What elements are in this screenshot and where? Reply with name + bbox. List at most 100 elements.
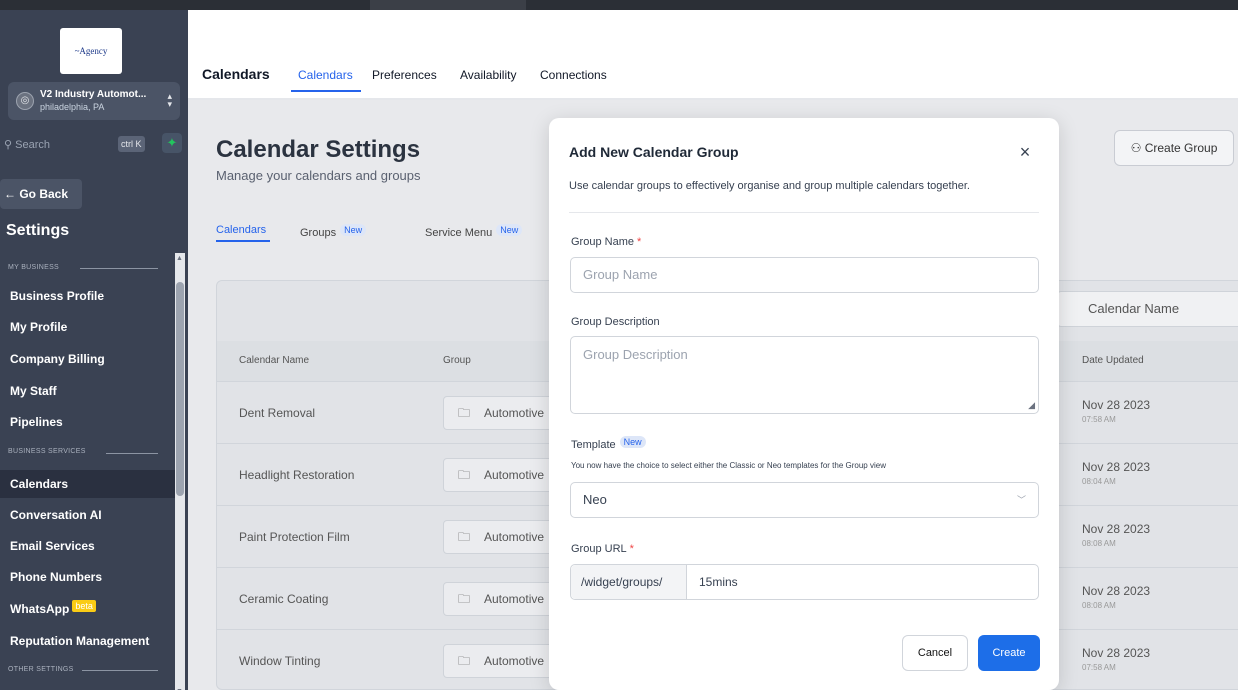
tab-service-menu[interactable]: Service Menu New: [425, 224, 523, 239]
section-my-business: MY BUSINESS: [8, 264, 60, 271]
create-group-button[interactable]: ⚇ Create Group: [1114, 130, 1234, 166]
resize-handle-icon[interactable]: ◢: [1028, 400, 1035, 411]
column-header-calendar-name[interactable]: Calendar Name: [239, 355, 309, 366]
group-url-input[interactable]: 15mins: [699, 565, 738, 599]
template-select[interactable]: Neo ﹀: [570, 482, 1039, 518]
top-nav-title: Calendars: [202, 66, 270, 82]
sidebar-item-my-staff[interactable]: My Staff: [0, 377, 178, 405]
group-name-input[interactable]: Group Name: [570, 257, 1039, 293]
account-location: philadelphia, PA: [40, 102, 105, 112]
group-url-label: Group URL *: [571, 543, 634, 555]
calendar-name[interactable]: Headlight Restoration: [239, 468, 354, 482]
column-header-group[interactable]: Group: [443, 355, 471, 366]
required-marker: *: [629, 543, 634, 555]
date-updated: Nov 28 2023: [1082, 584, 1151, 598]
group-name-label: Group Name *: [571, 236, 642, 248]
close-icon[interactable]: ×: [1015, 142, 1035, 162]
time-updated: 08:08 AM: [1082, 601, 1116, 610]
cancel-button[interactable]: Cancel: [902, 635, 968, 671]
url-prefix: /widget/groups/: [571, 565, 687, 599]
tab-calendars-list[interactable]: Calendars: [216, 224, 266, 236]
sidebar-item-calendars[interactable]: Calendars: [0, 470, 178, 498]
sidebar-item-my-profile[interactable]: My Profile: [0, 313, 178, 341]
settings-heading: Settings: [6, 222, 70, 239]
folder-icon: 🗀: [458, 530, 471, 544]
browser-top-strip: [0, 0, 1238, 10]
column-header-date-updated[interactable]: Date Updated: [1082, 355, 1144, 366]
top-nav: Calendars Calendars Preferences Availabi…: [188, 10, 1238, 98]
calendar-name[interactable]: Window Tinting: [239, 654, 320, 668]
sidebar-item-email-services[interactable]: Email Services: [0, 532, 178, 560]
group-select[interactable]: 🗀 Automotive: [443, 458, 553, 492]
required-marker: *: [636, 236, 642, 248]
folder-icon: 🗀: [458, 654, 471, 668]
search-placeholder: Search: [15, 139, 50, 151]
group-select[interactable]: 🗀 Automotive: [443, 520, 553, 554]
sidebar-scroll-thumb[interactable]: [176, 282, 184, 496]
tab-groups[interactable]: Groups New: [300, 224, 367, 239]
tab-preferences[interactable]: Preferences: [372, 68, 437, 82]
section-business-services: BUSINESS SERVICES: [8, 448, 86, 455]
scroll-up-icon[interactable]: ▲: [176, 255, 183, 262]
sidebar-item-reputation-management[interactable]: Reputation Management: [0, 627, 178, 655]
group-select[interactable]: 🗀 Automotive: [443, 644, 553, 678]
modal-description: Use calendar groups to effectively organ…: [569, 180, 970, 192]
quick-action-icon[interactable]: ✦: [162, 133, 182, 153]
sidebar-item-whatsapp[interactable]: WhatsApp beta: [0, 595, 178, 623]
group-description-label: Group Description: [571, 316, 660, 328]
new-badge: New: [619, 436, 646, 448]
account-switcher[interactable]: ◎ V2 Industry Automot... philadelphia, P…: [8, 82, 180, 120]
tab-availability[interactable]: Availability: [460, 68, 516, 82]
section-other-settings: OTHER SETTINGS: [8, 666, 74, 673]
date-updated: Nov 28 2023: [1082, 398, 1151, 412]
active-tab-indicator: [216, 240, 270, 242]
account-name: V2 Industry Automot...: [40, 89, 147, 100]
calendar-name[interactable]: Ceramic Coating: [239, 592, 328, 606]
template-selected-value: Neo: [583, 492, 607, 507]
new-badge: New: [496, 224, 523, 236]
template-hint: You now have the choice to select either…: [571, 461, 886, 470]
tab-calendars[interactable]: Calendars: [298, 68, 353, 82]
agency-logo[interactable]: ~Agency: [60, 28, 122, 74]
date-updated: Nov 28 2023: [1082, 646, 1151, 660]
date-updated: Nov 28 2023: [1082, 460, 1151, 474]
page-subtitle: Manage your calendars and groups: [216, 168, 421, 183]
section-divider: [82, 670, 158, 671]
sidebar-item-company-billing[interactable]: Company Billing: [0, 345, 178, 373]
time-updated: 07:58 AM: [1082, 663, 1116, 672]
section-divider: [106, 453, 158, 454]
time-updated: 08:04 AM: [1082, 477, 1116, 486]
sidebar-item-phone-numbers[interactable]: Phone Numbers: [0, 563, 178, 591]
search-icon: ⚲: [4, 139, 13, 151]
chevron-down-icon: ﹀: [1016, 495, 1026, 505]
group-description-textarea[interactable]: Group Description ◢: [570, 336, 1039, 414]
group-url-field[interactable]: /widget/groups/ 15mins: [570, 564, 1039, 600]
sidebar-item-pipelines[interactable]: Pipelines: [0, 408, 178, 436]
sidebar: ~Agency ◎ V2 Industry Automot... philade…: [0, 10, 188, 690]
add-user-icon: ⚇: [1130, 141, 1142, 155]
template-label: Template New: [571, 436, 646, 451]
time-updated: 08:08 AM: [1082, 539, 1116, 548]
section-divider: [80, 268, 158, 269]
modal-title: Add New Calendar Group: [569, 144, 739, 160]
create-button[interactable]: Create: [978, 635, 1040, 671]
tab-connections[interactable]: Connections: [540, 68, 607, 82]
folder-icon: 🗀: [458, 406, 471, 420]
date-updated: Nov 28 2023: [1082, 522, 1151, 536]
sidebar-item-conversation-ai[interactable]: Conversation AI: [0, 501, 178, 529]
go-back-button[interactable]: ← Go Back: [0, 179, 82, 209]
group-select[interactable]: 🗀 Automotive: [443, 582, 553, 616]
calendar-name[interactable]: Paint Protection Film: [239, 530, 350, 544]
folder-icon: 🗀: [458, 468, 471, 482]
sidebar-search[interactable]: ⚲ Search ctrl K: [0, 134, 158, 156]
sidebar-item-label: WhatsApp: [10, 602, 70, 616]
group-select[interactable]: 🗀 Automotive: [443, 396, 553, 430]
calendar-search-input[interactable]: Calendar Name: [1057, 291, 1238, 327]
calendar-name[interactable]: Dent Removal: [239, 406, 315, 420]
sidebar-item-business-profile[interactable]: Business Profile: [0, 282, 178, 310]
new-badge: New: [340, 224, 367, 236]
folder-icon: 🗀: [458, 592, 471, 606]
active-tab-indicator: [291, 90, 361, 92]
group-description-placeholder: Group Description: [583, 347, 688, 362]
divider: [569, 212, 1039, 213]
